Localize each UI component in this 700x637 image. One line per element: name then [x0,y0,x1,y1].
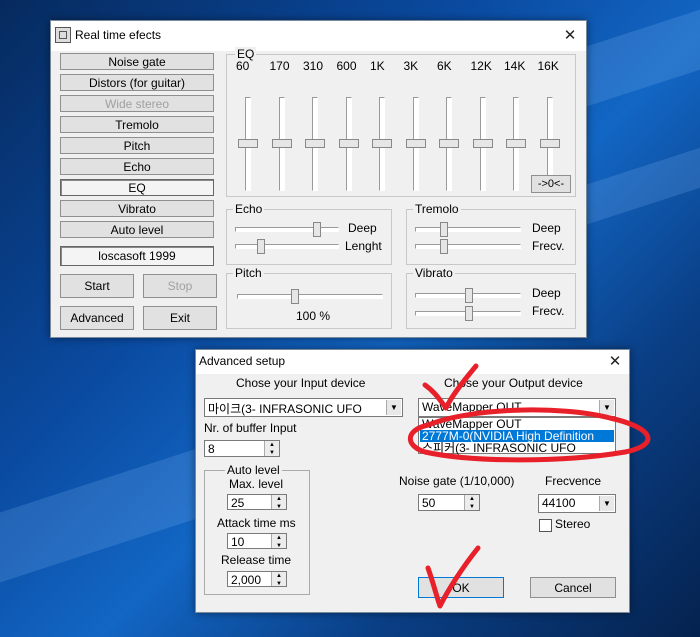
checkmark-annotation [422,363,479,411]
circle-annotation [407,407,651,463]
annotation-overlay [407,363,651,609]
checkmark-annotation [425,545,481,609]
